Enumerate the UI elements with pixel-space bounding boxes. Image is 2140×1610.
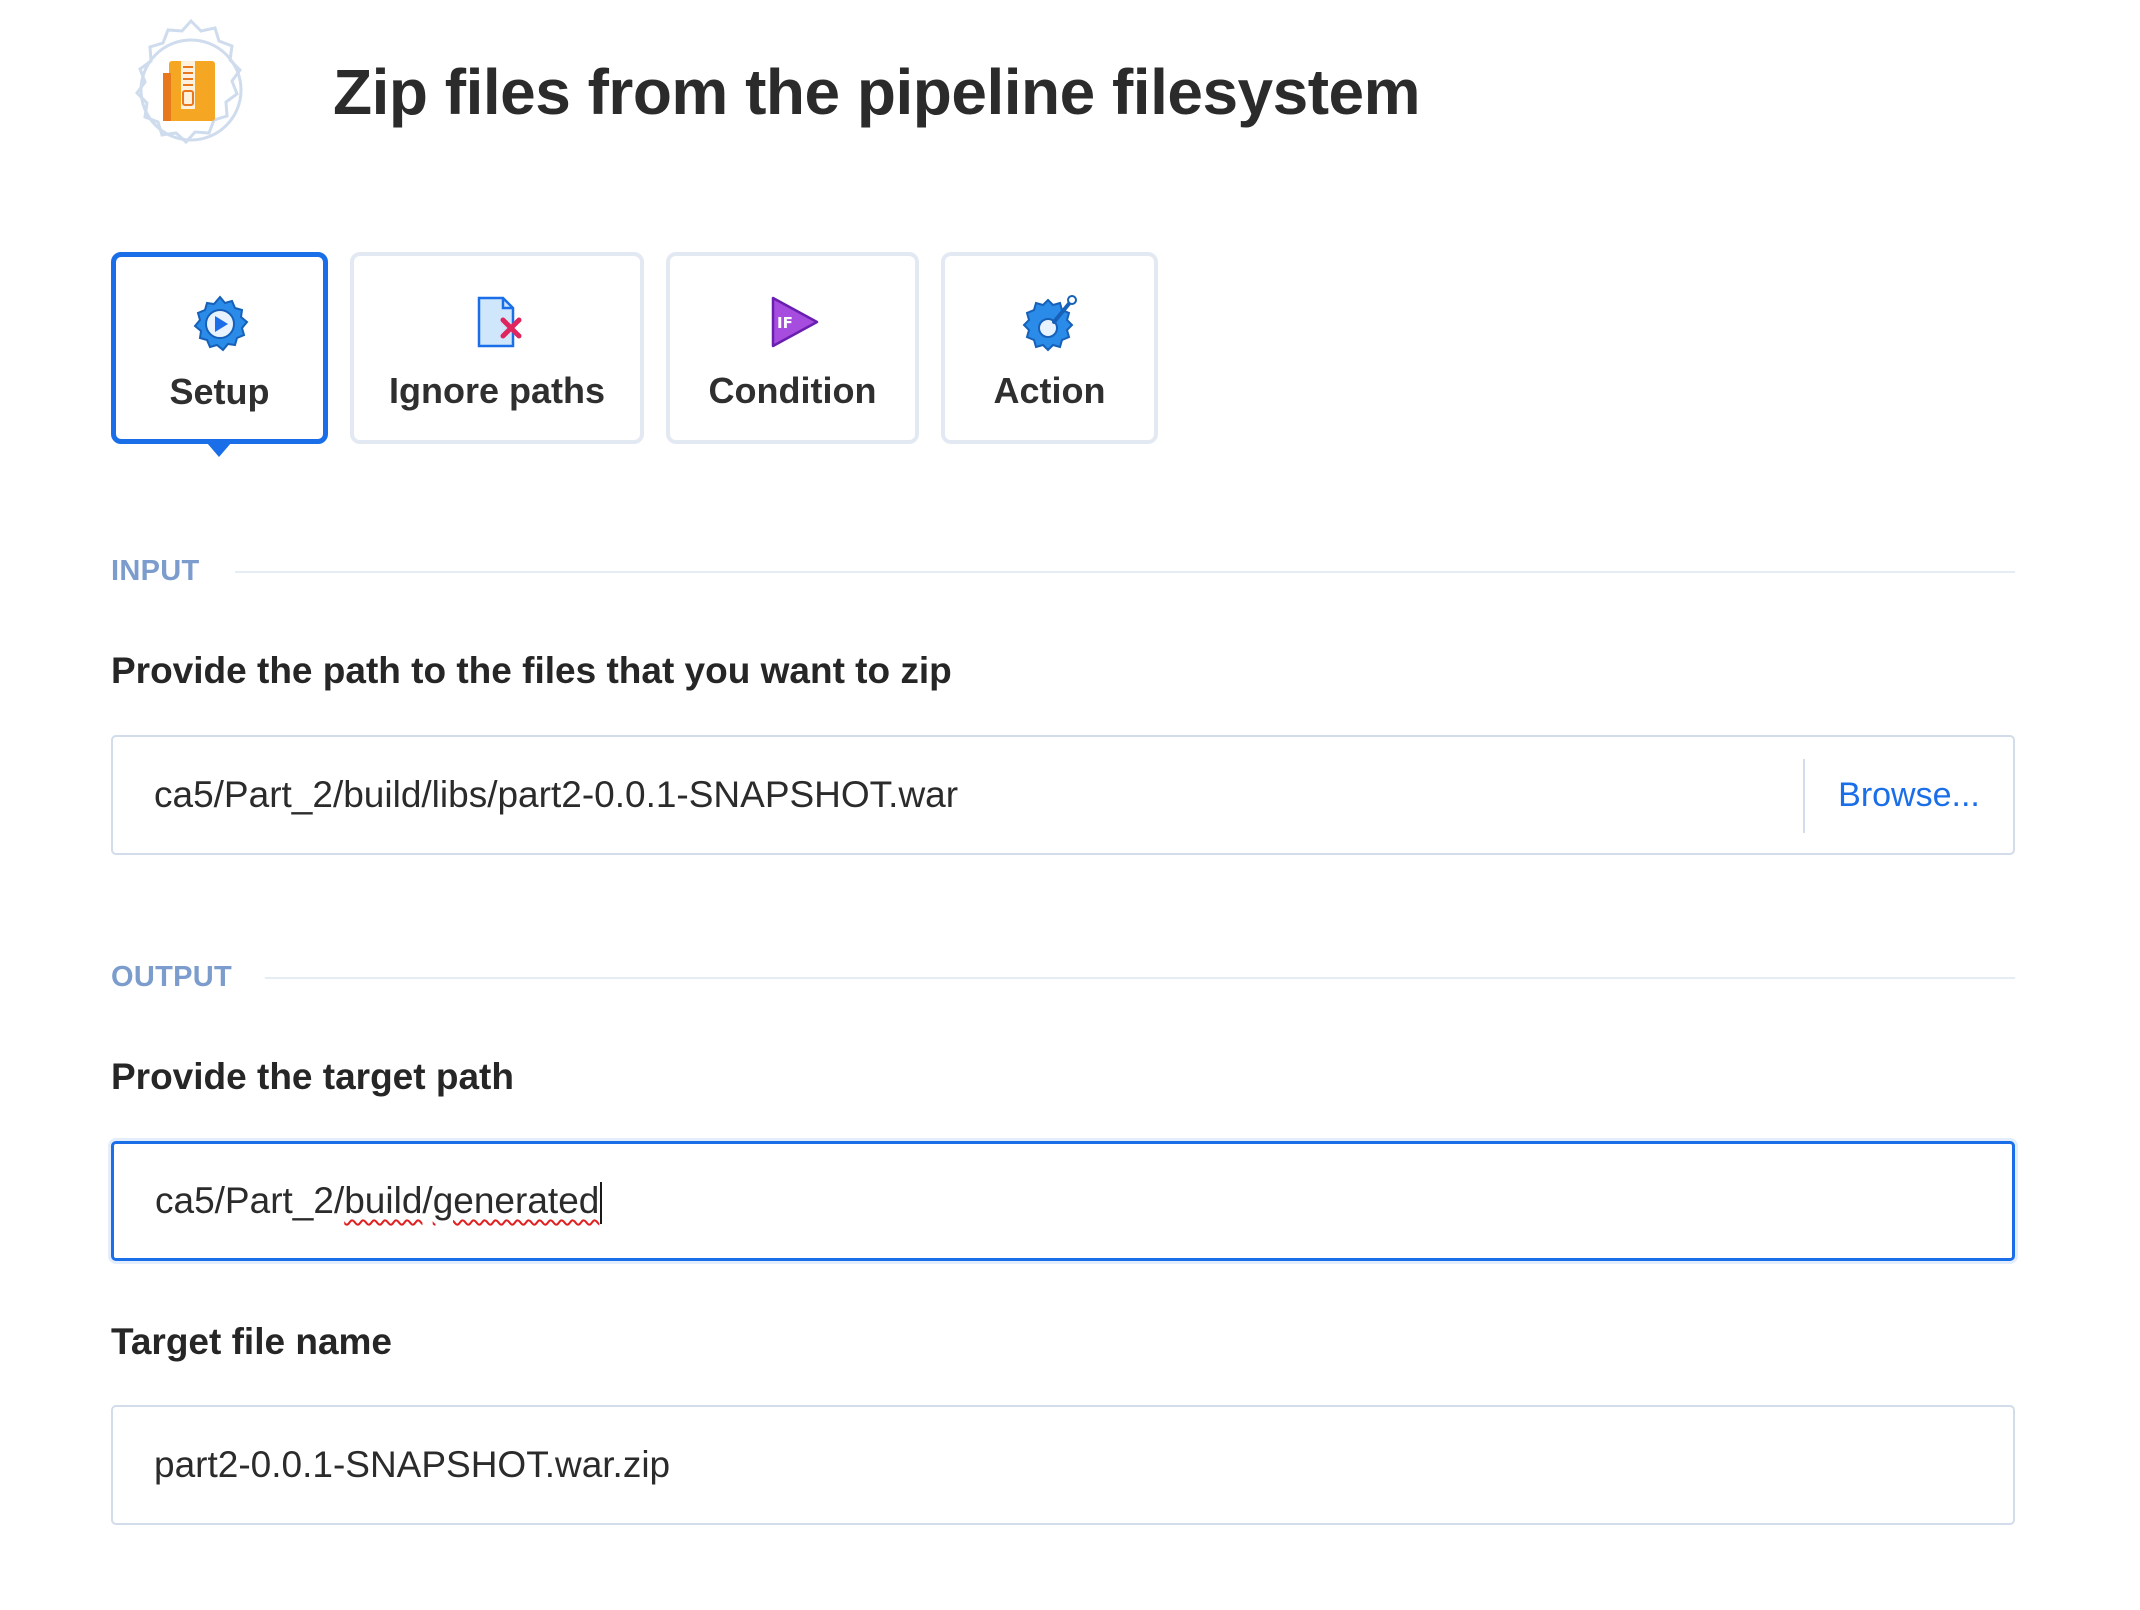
- source-path-input[interactable]: [113, 737, 1813, 853]
- target-path-label: Provide the target path: [111, 1056, 514, 1097]
- target-path-input[interactable]: ca5/Part_2/build/generated: [111, 1141, 2015, 1261]
- action-gear-icon: [1020, 292, 1080, 352]
- zip-archive-icon: [111, 15, 271, 165]
- source-path-label: Provide the path to the files that you w…: [111, 650, 952, 691]
- target-path-value[interactable]: ca5/Part_2/build/generated: [155, 1144, 603, 1258]
- text-caret: [600, 1182, 603, 1225]
- target-path-prefix: ca5/Part_2/: [155, 1180, 345, 1221]
- setup-gear-play-icon: [190, 293, 250, 353]
- target-file-name-label: Target file name: [111, 1321, 393, 1362]
- input-section-heading: INPUT: [111, 555, 200, 587]
- page-title: Zip files from the pipeline filesystem: [333, 56, 1421, 128]
- svg-text:IF: IF: [777, 314, 793, 332]
- target-path-separator: /: [422, 1180, 433, 1221]
- output-section-heading: OUTPUT: [111, 961, 233, 993]
- target-file-name-field: [111, 1405, 2015, 1525]
- tab-condition[interactable]: IF Condition: [666, 252, 919, 444]
- tab-action[interactable]: Action: [941, 252, 1158, 444]
- output-section-divider: [265, 977, 2015, 979]
- active-tab-pointer: [207, 443, 231, 457]
- tab-ignore-paths-label: Ignore paths: [388, 370, 606, 411]
- tab-setup[interactable]: Setup: [111, 252, 328, 444]
- condition-if-icon: IF: [763, 292, 823, 352]
- ignore-file-icon: [467, 292, 527, 352]
- tab-setup-label: Setup: [169, 371, 270, 412]
- source-path-field: Browse...: [111, 735, 2015, 855]
- browse-button[interactable]: Browse...: [1805, 737, 2013, 853]
- tab-condition-label: Condition: [708, 370, 877, 411]
- target-path-word-generated: generated: [432, 1180, 600, 1221]
- target-path-word-build: build: [344, 1180, 423, 1221]
- tab-ignore-paths[interactable]: Ignore paths: [350, 252, 644, 444]
- tab-action-label: Action: [993, 370, 1106, 411]
- input-section-divider: [235, 571, 2015, 573]
- target-file-name-input[interactable]: [113, 1407, 2013, 1523]
